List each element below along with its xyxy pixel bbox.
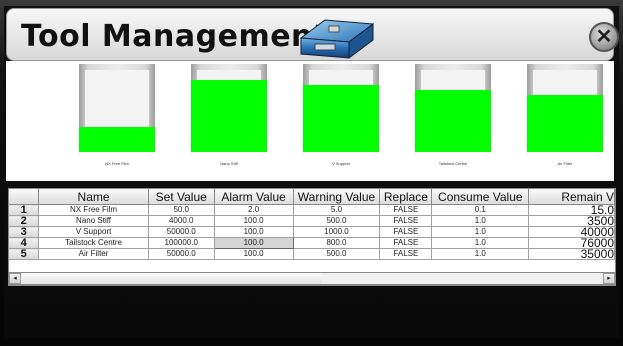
row-number[interactable]: 5 [9, 248, 40, 260]
gauge-label: Nano Stiff [220, 161, 238, 166]
tool-gauges: NX Free Film Nano Stiff V Support Tailst… [6, 61, 614, 181]
cell-alarm-value-selected[interactable]: 100.0 [213, 237, 294, 249]
cell-set-value[interactable]: 50.0 [148, 204, 215, 216]
chevron-right-icon: ▸ [607, 275, 611, 282]
tool-grid: Name Set Value Alarm Value Warning Value… [9, 189, 615, 260]
header-bar: Tool Management ✕ [6, 8, 619, 61]
gauge-fill [527, 95, 603, 152]
cell-set-value[interactable]: 100000.0 [148, 237, 215, 249]
scroll-left-button[interactable]: ◂ [9, 273, 21, 284]
cell-name[interactable]: Nano Stiff [38, 215, 149, 227]
cell-set-value[interactable]: 4000.0 [148, 215, 215, 227]
cell-warning-value[interactable]: 1000.0 [293, 226, 381, 238]
cell-replace[interactable]: FALSE [379, 226, 433, 238]
gauge-fill [191, 80, 267, 152]
cell-name[interactable]: Tailstock Centre [38, 237, 149, 249]
cell-replace[interactable]: FALSE [379, 215, 433, 227]
cell-name[interactable]: V Support [38, 226, 149, 238]
chevron-left-icon: ◂ [13, 275, 17, 282]
table-row[interactable]: 3 V Support 50000.0 100.0 1000.0 FALSE 1… [9, 226, 615, 238]
cell-alarm-value[interactable]: 100.0 [214, 215, 294, 227]
column-header-alarm-value[interactable]: Alarm Value [214, 189, 294, 205]
cell-name[interactable]: Air Filter [38, 248, 149, 260]
toolbox-icon [295, 14, 377, 60]
column-header-warning-value[interactable]: Warning Value [293, 189, 381, 205]
cell-warning-value[interactable]: 500.0 [293, 248, 381, 260]
cell-set-value[interactable]: 50000.0 [148, 226, 215, 238]
close-button[interactable]: ✕ [589, 22, 619, 52]
gauge-label: V Support [332, 161, 350, 166]
row-number[interactable]: 3 [9, 226, 40, 238]
gauge-fill [415, 90, 491, 152]
table-row[interactable]: 1 NX Free Film 50.0 2.0 5.0 FALSE 0.1 15… [9, 204, 615, 216]
page-title: Tool Management [21, 19, 328, 54]
scrollbar-thumb[interactable] [22, 273, 322, 284]
row-number[interactable]: 4 [9, 237, 40, 249]
tool-gauge: V Support [303, 64, 379, 166]
cell-set-value[interactable]: 50000.0 [148, 248, 215, 260]
gauge-fill [303, 85, 379, 152]
tool-gauge: NX Free Film [79, 64, 155, 166]
cell-alarm-value[interactable]: 100.0 [214, 226, 294, 238]
cell-replace[interactable]: FALSE [379, 204, 433, 216]
cell-warning-value[interactable]: 800.0 [293, 237, 381, 249]
column-header-consume-value[interactable]: Consume Value [431, 189, 530, 205]
cell-consume-value[interactable]: 1.0 [431, 226, 530, 238]
cell-replace[interactable]: FALSE [379, 237, 433, 249]
gauge-label: Tailstock Centre [438, 161, 468, 166]
cell-consume-value[interactable]: 0.1 [431, 204, 530, 216]
tool-gauge: Air Filter [527, 64, 603, 166]
cell-replace[interactable]: FALSE [379, 248, 433, 260]
cell-alarm-value[interactable]: 2.0 [214, 204, 294, 216]
cell-consume-value[interactable]: 1.0 [431, 248, 530, 260]
table-row[interactable]: 2 Nano Stiff 4000.0 100.0 500.0 FALSE 1.… [9, 215, 615, 227]
cell-consume-value[interactable]: 1.0 [431, 237, 530, 249]
cell-warning-value[interactable]: 500.0 [293, 215, 381, 227]
row-number[interactable]: 1 [9, 204, 40, 216]
scroll-right-button[interactable]: ▸ [603, 273, 615, 284]
gauge-fill [79, 127, 155, 152]
horizontal-scrollbar[interactable]: ◂ ▸ [8, 272, 616, 285]
column-header-replace[interactable]: Replace [379, 189, 433, 205]
column-header-set-value[interactable]: Set Value [148, 189, 215, 205]
cell-remain-value[interactable]: 35000 [528, 248, 615, 260]
table-row[interactable]: 4 Tailstock Centre 100000.0 100.0 800.0 … [9, 237, 615, 249]
close-icon: ✕ [595, 26, 613, 48]
tool-management-window: Tool Management ✕ NX Free Film Nano Stif… [0, 0, 623, 346]
gauge-label: Air Filter [557, 161, 573, 166]
cell-name[interactable]: NX Free Film [38, 204, 149, 216]
table-row[interactable]: 5 Air Filter 50000.0 100.0 500.0 FALSE 1… [9, 248, 615, 260]
tool-gauge: Tailstock Centre [415, 64, 491, 166]
tool-gauge: Nano Stiff [191, 64, 267, 166]
cell-warning-value[interactable]: 5.0 [293, 204, 381, 216]
cell-consume-value[interactable]: 1.0 [431, 215, 530, 227]
gauge-label: NX Free Film [105, 161, 129, 166]
cell-alarm-value[interactable]: 100.0 [214, 248, 294, 260]
row-number[interactable]: 2 [9, 215, 40, 227]
column-header-name[interactable]: Name [38, 189, 149, 205]
row-number-header [9, 189, 40, 205]
header-row: Name Set Value Alarm Value Warning Value… [9, 189, 615, 205]
